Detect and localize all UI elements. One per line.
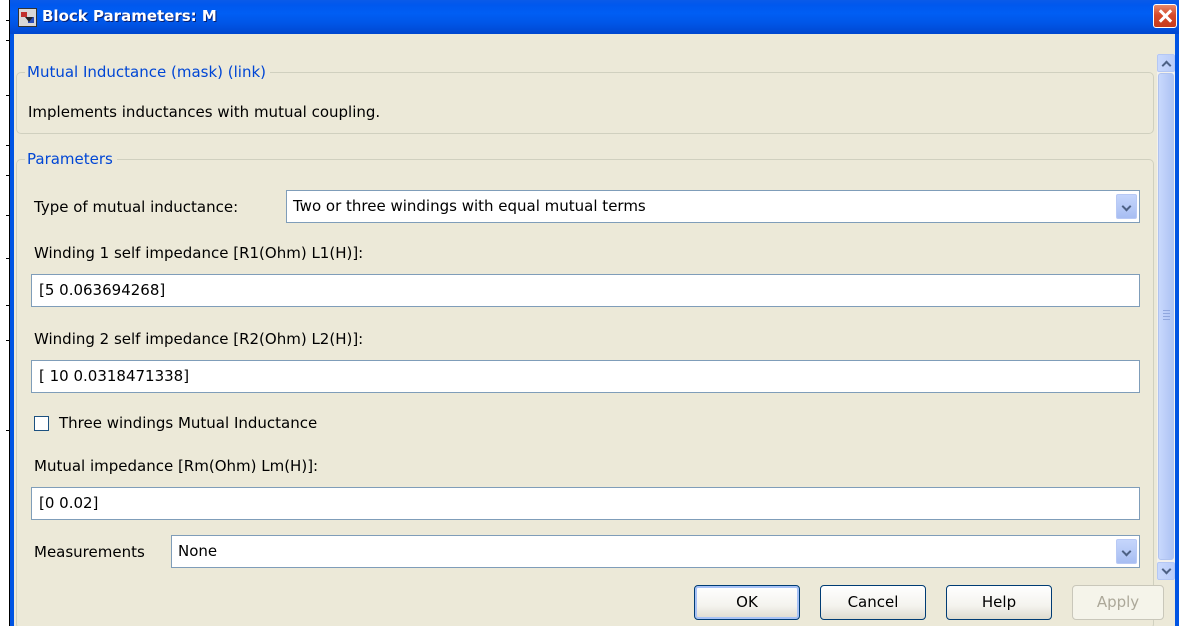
scroll-down-arrow-icon[interactable]: [1157, 562, 1175, 580]
background-window-edge: [0, 0, 10, 626]
mutual-impedance-label: Mutual impedance [Rm(Ohm) Lm(H)]:: [34, 457, 319, 475]
simulink-block-icon: [18, 8, 37, 27]
mask-group-legend: Mutual Inductance (mask) (link): [25, 63, 271, 81]
type-of-mutual-inductance-value: Two or three windings with equal mutual …: [293, 197, 646, 215]
measurements-dropdown[interactable]: None: [171, 535, 1140, 568]
screen: Block Parameters: M Mutual Inductance (m…: [0, 0, 1179, 626]
chevron-down-icon[interactable]: [1116, 539, 1137, 564]
winding1-label: Winding 1 self impedance [R1(Ohm) L1(H)]…: [34, 244, 364, 262]
scroll-up-arrow-icon[interactable]: [1157, 54, 1175, 72]
block-parameters-dialog: Block Parameters: M Mutual Inductance (m…: [10, 0, 1179, 626]
measurements-label: Measurements: [34, 543, 145, 561]
three-windings-label[interactable]: Three windings Mutual Inductance: [59, 414, 317, 432]
vertical-scrollbar[interactable]: [1157, 54, 1175, 580]
title-bar[interactable]: Block Parameters: M: [10, 0, 1179, 34]
type-of-mutual-inductance-label: Type of mutual inductance:: [34, 198, 239, 216]
measurements-value: None: [178, 542, 218, 560]
mutual-impedance-input[interactable]: [0 0.02]: [31, 487, 1140, 520]
winding2-label-text: Winding 2 self impedance [R2(Ohm) L2(H)]…: [34, 330, 364, 348]
cancel-button[interactable]: Cancel: [820, 585, 926, 620]
winding1-input[interactable]: [5 0.063694268]: [31, 274, 1140, 307]
window-title: Block Parameters: M: [42, 7, 217, 25]
winding2-input[interactable]: [ 10 0.0318471338]: [31, 360, 1140, 393]
dialog-client-area: Mutual Inductance (mask) (link) Implemen…: [14, 34, 1175, 626]
apply-button[interactable]: Apply: [1072, 585, 1164, 620]
chevron-down-icon[interactable]: [1116, 194, 1137, 219]
three-windings-checkbox[interactable]: [34, 416, 49, 431]
scrollbar-thumb[interactable]: [1158, 73, 1174, 560]
ok-button[interactable]: OK: [694, 585, 800, 620]
help-button[interactable]: Help: [946, 585, 1052, 620]
parameters-group-legend: Parameters: [25, 150, 117, 168]
type-of-mutual-inductance-dropdown[interactable]: Two or three windings with equal mutual …: [286, 190, 1140, 223]
mask-description-text: Implements inductances with mutual coupl…: [28, 103, 381, 121]
close-icon[interactable]: [1153, 4, 1177, 28]
